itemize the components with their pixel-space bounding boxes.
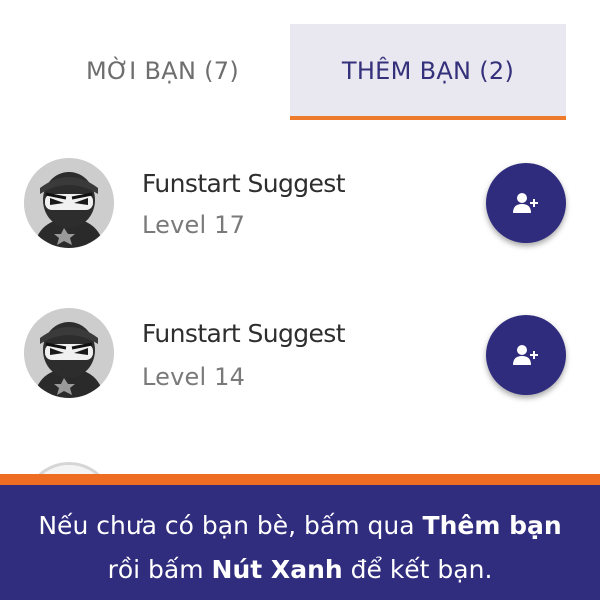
add-friend-button[interactable]	[486, 315, 566, 395]
add-friend-icon	[513, 193, 538, 213]
friend-level: Level 14	[142, 363, 246, 391]
friend-tabs: MỜI BẠN (7) THÊM BẠN (2)	[0, 0, 600, 120]
hint-line2-suffix: để kết bạn.	[342, 555, 493, 584]
tab-invite-friends[interactable]: MỜI BẠN (7)	[35, 24, 290, 118]
hint-text: Nếu chưa có bạn bè, bấm qua Thêm bạn rồi…	[0, 504, 600, 592]
tab-add-friends[interactable]: THÊM BẠN (2)	[290, 24, 566, 118]
ninja-avatar-icon	[24, 308, 114, 398]
add-friend-icon	[513, 345, 538, 365]
list-item: Funstart Suggest Level 14	[0, 300, 600, 410]
hint-line1-bold: Thêm bạn	[422, 511, 562, 540]
hint-line1-text: Nếu chưa có bạn bè, bấm qua	[38, 511, 423, 540]
hint-line2-bold: Nút Xanh	[211, 555, 343, 584]
hint-line2-text: rồi bấm	[107, 555, 212, 584]
banner-accent-stripe	[0, 474, 600, 485]
ninja-avatar-icon	[24, 158, 114, 248]
list-item: Funstart Suggest Level 17	[0, 150, 600, 260]
friend-level: Level 17	[142, 211, 246, 239]
friend-name: Funstart Suggest	[142, 169, 346, 198]
add-friend-button[interactable]	[486, 163, 566, 243]
active-tab-indicator	[290, 116, 566, 120]
hint-banner: Nếu chưa có bạn bè, bấm qua Thêm bạn rồi…	[0, 474, 600, 600]
friend-name: Funstart Suggest	[142, 319, 346, 348]
